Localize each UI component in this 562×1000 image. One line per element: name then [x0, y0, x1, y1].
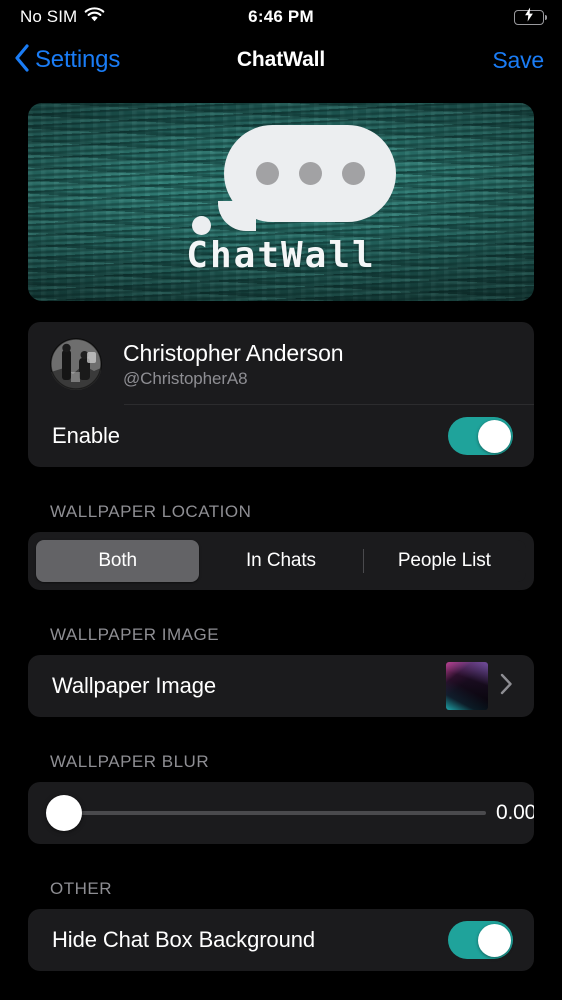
lightning-bolt-icon — [524, 7, 534, 27]
wallpaper-location-card: Both In Chats People List — [28, 532, 534, 590]
chevron-right-icon — [500, 673, 513, 700]
back-button-label: Settings — [35, 46, 121, 73]
segment-in-chats[interactable]: In Chats — [199, 540, 362, 582]
hide-chat-box-row-right — [448, 921, 513, 959]
wifi-icon — [84, 7, 105, 27]
hide-chat-box-background-toggle[interactable] — [448, 921, 513, 959]
hide-chat-box-background-label: Hide Chat Box Background — [52, 927, 315, 952]
bubble-dot — [298, 162, 322, 185]
banner-wordmark: ChatWall — [186, 235, 376, 276]
toggle-knob — [477, 923, 511, 957]
account-name: Christopher Anderson — [123, 339, 344, 366]
wallpaper-blur-header: WALLPAPER BLUR — [50, 752, 210, 771]
save-button[interactable]: Save — [492, 47, 544, 74]
wallpaper-image-header: WALLPAPER IMAGE — [50, 625, 220, 644]
bubble-dot — [255, 162, 279, 185]
account-text: Christopher Anderson @ChristopherA8 — [123, 339, 344, 389]
other-card: Hide Chat Box Background — [28, 909, 534, 971]
speech-bubble-icon — [224, 125, 396, 222]
battery-charging-icon — [514, 7, 548, 27]
wallpaper-location-segmented-control[interactable]: Both In Chats People List — [36, 540, 526, 582]
wallpaper-image-card: Wallpaper Image — [28, 655, 534, 717]
account-row[interactable]: Christopher Anderson @ChristopherA8 — [28, 322, 534, 404]
wallpaper-image-row-right — [446, 662, 513, 710]
avatar — [50, 338, 102, 390]
navigation-bar: Settings ChatWall Save — [0, 34, 562, 86]
wallpaper-image-row[interactable]: Wallpaper Image — [28, 655, 534, 717]
enable-row[interactable]: Enable — [28, 405, 534, 467]
hide-chat-box-background-row[interactable]: Hide Chat Box Background — [28, 909, 534, 971]
enable-label: Enable — [52, 423, 120, 448]
account-card: Christopher Anderson @ChristopherA8 Enab… — [28, 322, 534, 467]
slider-track[interactable] — [63, 811, 486, 815]
segment-people-list[interactable]: People List — [362, 540, 526, 582]
wallpaper-blur-slider[interactable] — [46, 794, 486, 832]
app-banner: ChatWall — [28, 103, 534, 301]
status-bar: No SIM 6:46 PM — [0, 0, 562, 34]
wallpaper-location-header: WALLPAPER LOCATION — [50, 502, 252, 521]
enable-row-right — [448, 417, 513, 455]
app-screen: No SIM 6:46 PM Settings ChatWall Save Ch… — [0, 0, 562, 1000]
status-bar-left: No SIM — [20, 7, 105, 27]
wallpaper-blur-value: 0.00 — [496, 801, 534, 824]
bubble-dot — [341, 162, 365, 185]
slider-thumb[interactable] — [46, 795, 82, 831]
carrier-label: No SIM — [20, 7, 78, 26]
wallpaper-blur-card: 0.00 — [28, 782, 534, 844]
enable-toggle[interactable] — [448, 417, 513, 455]
segment-both[interactable]: Both — [36, 540, 200, 582]
settings-content: ChatWall Christopher Anderson @Christoph… — [0, 103, 562, 971]
chevron-left-icon — [14, 43, 30, 77]
speech-bubble-tail-dot — [192, 216, 211, 235]
wallpaper-image-label: Wallpaper Image — [52, 673, 216, 698]
account-handle: @ChristopherA8 — [123, 368, 248, 388]
other-header: OTHER — [50, 879, 112, 898]
wallpaper-thumbnail[interactable] — [446, 662, 488, 710]
back-button[interactable]: Settings — [14, 43, 121, 77]
status-bar-right — [514, 7, 548, 27]
toggle-knob — [477, 419, 511, 453]
